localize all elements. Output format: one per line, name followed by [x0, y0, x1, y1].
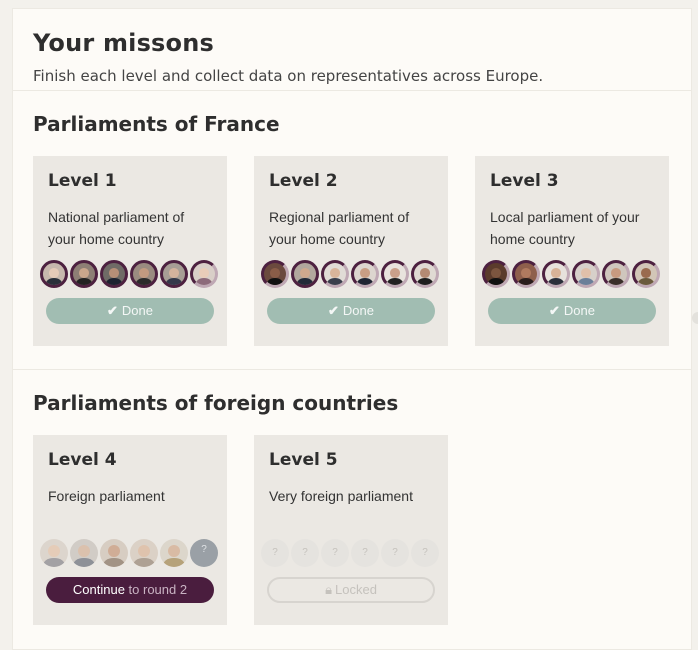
- level-card-2[interactable]: Level 2 Regional parliament of your home…: [254, 156, 448, 346]
- avatar[interactable]: [632, 260, 660, 288]
- page-subtitle: Finish each level and collect data on re…: [33, 67, 544, 85]
- done-button-label: Done: [563, 303, 595, 318]
- continue-button-label: Continue: [72, 582, 125, 597]
- section-title: Parliaments of France: [33, 112, 280, 136]
- locked-button-label: Locked: [335, 582, 377, 597]
- avatar[interactable]: [321, 260, 349, 288]
- representative-avatars: [261, 256, 439, 292]
- question-icon: ?: [332, 547, 338, 558]
- avatar[interactable]: [70, 260, 98, 288]
- avatar[interactable]: [70, 539, 98, 567]
- missions-header: Your missons Finish each level and colle…: [13, 9, 691, 91]
- avatar[interactable]: [411, 260, 439, 288]
- avatar[interactable]: [130, 260, 158, 288]
- level-description-line: National parliament of: [48, 209, 185, 225]
- avatar[interactable]: [351, 260, 379, 288]
- level-description-line: your home country: [48, 231, 164, 247]
- representative-avatars: ? ? ? ? ? ?: [261, 535, 439, 571]
- avatar[interactable]: [572, 260, 600, 288]
- level-card-1[interactable]: Level 1 National parliament of your home…: [33, 156, 227, 346]
- level-title: Level 1: [48, 171, 117, 191]
- level-description-line: Very foreign parliament: [269, 488, 413, 504]
- level-description: Very foreign parliament: [269, 485, 435, 535]
- avatar-locked: ?: [351, 539, 379, 567]
- avatar-locked: ?: [411, 539, 439, 567]
- check-icon: ✔: [549, 303, 560, 318]
- question-icon: ?: [392, 547, 398, 558]
- avatar[interactable]: [512, 260, 540, 288]
- avatar-locked: ?: [321, 539, 349, 567]
- avatar[interactable]: [190, 260, 218, 288]
- done-button[interactable]: ✔ Done: [46, 298, 214, 324]
- check-icon: ✔: [328, 303, 339, 318]
- level-description-line: your home country: [269, 231, 385, 247]
- avatar-locked: ?: [381, 539, 409, 567]
- avatar[interactable]: [130, 539, 158, 567]
- level-description-line: Regional parliament of: [269, 209, 410, 225]
- level-card-3[interactable]: Level 3 Local parliament of your home co…: [475, 156, 669, 346]
- level-title: Level 2: [269, 171, 338, 191]
- level-description-line: home country: [490, 231, 575, 247]
- level-card-5: Level 5 Very foreign parliament ? ? ? ? …: [254, 435, 448, 625]
- avatar[interactable]: [100, 539, 128, 567]
- avatar[interactable]: [542, 260, 570, 288]
- representative-avatars: ?: [40, 535, 218, 571]
- locked-button: 🔒︎ Locked: [267, 577, 435, 603]
- section-france: Parliaments of France Level 1 National p…: [13, 91, 691, 370]
- level-title: Level 3: [490, 171, 559, 191]
- avatar[interactable]: [381, 260, 409, 288]
- level-description: Local parliament of your home country: [490, 206, 656, 256]
- avatar[interactable]: [160, 260, 188, 288]
- continue-button-round: to round 2: [124, 582, 188, 597]
- avatar[interactable]: [602, 260, 630, 288]
- level-description: Foreign parliament: [48, 485, 214, 535]
- avatar[interactable]: [482, 260, 510, 288]
- representative-avatars: [40, 256, 218, 292]
- level-description: Regional parliament of your home country: [269, 206, 435, 256]
- question-icon: ?: [272, 547, 278, 558]
- avatar-locked: ?: [261, 539, 289, 567]
- section-title: Parliaments of foreign countries: [33, 391, 399, 415]
- level-description-line: Local parliament of your: [490, 209, 640, 225]
- level-title: Level 5: [269, 450, 338, 470]
- section-foreign: Parliaments of foreign countries Level 4…: [13, 370, 691, 625]
- continue-button[interactable]: Continue to round 2: [46, 577, 214, 603]
- avatar-unknown[interactable]: ?: [190, 539, 218, 567]
- check-icon: ✔: [107, 303, 118, 318]
- avatar-locked: ?: [291, 539, 319, 567]
- lock-icon: 🔒︎: [325, 582, 332, 597]
- missions-panel: Your missons Finish each level and colle…: [12, 8, 692, 650]
- question-icon: ?: [201, 544, 207, 555]
- done-button-label: Done: [342, 303, 374, 318]
- avatar[interactable]: [100, 260, 128, 288]
- representative-avatars: [482, 256, 660, 292]
- question-icon: ?: [302, 547, 308, 558]
- level-description: National parliament of your home country: [48, 206, 214, 256]
- done-button[interactable]: ✔ Done: [488, 298, 656, 324]
- done-button[interactable]: ✔ Done: [267, 298, 435, 324]
- level-cards: Level 1 National parliament of your home…: [33, 156, 671, 346]
- level-card-4[interactable]: Level 4 Foreign parliament ? Continue to…: [33, 435, 227, 625]
- done-button-label: Done: [121, 303, 153, 318]
- avatar[interactable]: [40, 260, 68, 288]
- avatar[interactable]: [261, 260, 289, 288]
- avatar[interactable]: [40, 539, 68, 567]
- scroll-indicator: [692, 312, 698, 324]
- question-icon: ?: [362, 547, 368, 558]
- page-title: Your missons: [33, 29, 215, 57]
- question-icon: ?: [422, 547, 428, 558]
- avatar[interactable]: [291, 260, 319, 288]
- level-cards: Level 4 Foreign parliament ? Continue to…: [33, 435, 671, 625]
- level-description-line: Foreign parliament: [48, 488, 165, 504]
- level-title: Level 4: [48, 450, 117, 470]
- avatar[interactable]: [160, 539, 188, 567]
